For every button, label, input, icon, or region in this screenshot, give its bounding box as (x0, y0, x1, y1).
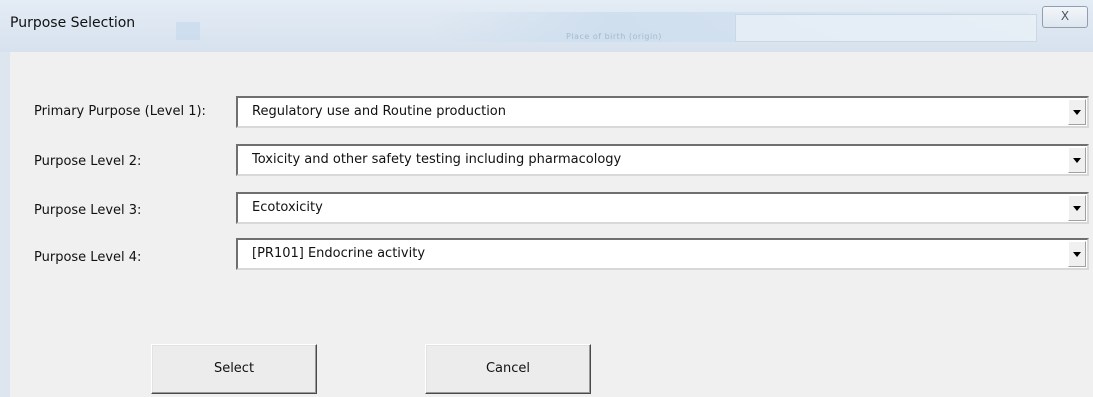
primary-purpose-value: Regulatory use and Routine production (252, 104, 506, 119)
title-bar: Place of birth (origin) Purpose Selectio… (0, 0, 1093, 52)
primary-purpose-dropdown[interactable]: Regulatory use and Routine production (236, 96, 1089, 128)
dialog-body: Primary Purpose (Level 1): Regulatory us… (10, 52, 1093, 397)
purpose-level-3-dropdown[interactable]: Ecotoxicity (236, 192, 1089, 224)
purpose-level-2-value: Toxicity and other safety testing includ… (252, 152, 622, 167)
background-window-text: Place of birth (origin) (566, 32, 662, 41)
purpose-level-4-value: [PR101] Endocrine activity (252, 246, 426, 261)
chevron-down-icon[interactable] (1068, 241, 1086, 267)
purpose-level-4-label: Purpose Level 4: (34, 250, 142, 265)
chevron-down-icon[interactable] (1068, 147, 1086, 173)
background-window-fragment (735, 14, 1037, 42)
select-button[interactable]: Select (151, 344, 317, 394)
purpose-level-2-label: Purpose Level 2: (34, 154, 142, 169)
window-title: Purpose Selection (10, 15, 136, 31)
chevron-down-icon[interactable] (1068, 99, 1086, 125)
close-icon: X (1060, 9, 1070, 23)
purpose-level-2-dropdown[interactable]: Toxicity and other safety testing includ… (236, 144, 1089, 176)
purpose-level-3-label: Purpose Level 3: (34, 203, 142, 218)
cancel-button[interactable]: Cancel (425, 344, 591, 394)
close-button[interactable]: X (1042, 6, 1088, 28)
primary-purpose-label: Primary Purpose (Level 1): (34, 104, 206, 119)
purpose-level-3-value: Ecotoxicity (252, 200, 323, 215)
chevron-down-icon[interactable] (1068, 195, 1086, 221)
background-window-fragment (176, 22, 200, 40)
purpose-level-4-dropdown[interactable]: [PR101] Endocrine activity (236, 238, 1089, 270)
